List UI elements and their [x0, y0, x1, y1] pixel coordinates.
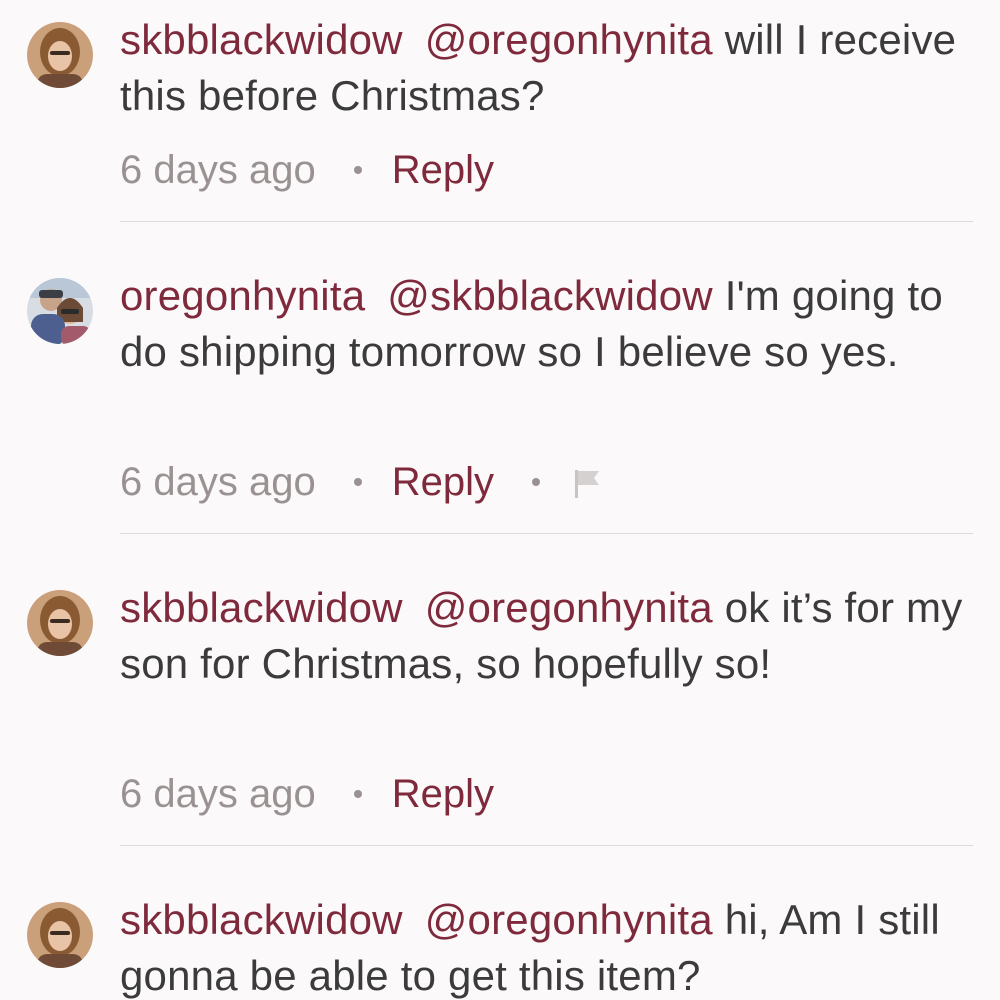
separator-dot	[353, 166, 362, 174]
avatar[interactable]	[27, 278, 93, 344]
mention-link[interactable]: @skbblackwidow	[387, 272, 713, 319]
separator-dot	[353, 790, 362, 798]
comment-text: skbblackwidow @oregonhynita ok it’s for m…	[120, 580, 980, 692]
user-photo-icon	[27, 902, 93, 968]
comment-feed: skbblackwidow @oregonhynita will I receiv…	[0, 0, 1000, 1000]
comment-text: skbblackwidow @oregonhynita hi, Am I stil…	[120, 892, 980, 1000]
avatar[interactable]	[27, 902, 93, 968]
divider	[120, 845, 973, 846]
username-link[interactable]: skbblackwidow	[120, 896, 403, 943]
comment-meta: 6 days ago Reply	[120, 140, 494, 200]
comment-text: skbblackwidow @oregonhynita will I receiv…	[120, 12, 980, 124]
flag-icon[interactable]	[570, 465, 604, 499]
timestamp: 6 days ago	[120, 771, 316, 816]
mention-link[interactable]: @oregonhynita	[425, 896, 713, 943]
comment-text: oregonhynita @skbblackwidow I'm going to …	[120, 268, 980, 380]
comment-meta: 6 days ago Reply	[120, 452, 604, 512]
user-photo-icon	[27, 590, 93, 656]
comment-meta: 6 days ago Reply	[120, 764, 494, 824]
reply-button[interactable]: Reply	[392, 772, 494, 817]
divider	[120, 533, 973, 534]
avatar[interactable]	[27, 22, 93, 88]
reply-button[interactable]: Reply	[392, 460, 494, 505]
divider	[120, 221, 973, 222]
user-photo-icon	[27, 22, 93, 88]
username-link[interactable]: skbblackwidow	[120, 16, 403, 63]
mention-link[interactable]: @oregonhynita	[425, 16, 713, 63]
username-link[interactable]: oregonhynita	[120, 272, 365, 319]
mention-link[interactable]: @oregonhynita	[425, 584, 713, 631]
avatar[interactable]	[27, 590, 93, 656]
separator-dot	[531, 478, 540, 486]
timestamp: 6 days ago	[120, 147, 316, 192]
timestamp: 6 days ago	[120, 459, 316, 504]
username-link[interactable]: skbblackwidow	[120, 584, 403, 631]
reply-button[interactable]: Reply	[392, 148, 494, 193]
user-photo-icon	[27, 278, 93, 344]
separator-dot	[353, 478, 362, 486]
